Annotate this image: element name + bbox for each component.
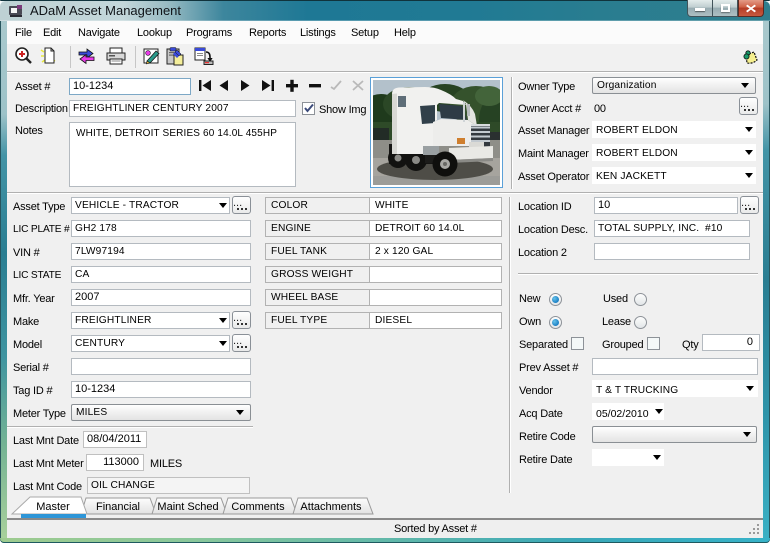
svg-text:Attachments: Attachments [300,501,362,513]
svg-text:Master: Master [36,501,70,513]
svg-text:Comments: Comments [231,501,285,513]
svg-text:Maint Sched: Maint Sched [157,501,218,513]
svg-text:Financial: Financial [96,501,140,513]
